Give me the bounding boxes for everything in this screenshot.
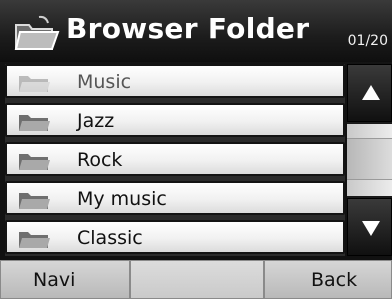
folder-item-label: Jazz [77,110,115,132]
scroll-track[interactable] [347,122,392,198]
folder-item-label: Rock [77,149,123,171]
open-folder-icon [14,15,60,50]
folder-icon [19,232,50,248]
folder-item-label: Music [77,71,132,93]
browser-folder-screen: Browser Folder 01/20 Music Jazz Rock My … [0,0,392,299]
folder-list: Music Jazz Rock My music Classic [5,64,345,256]
folder-icon [19,115,50,131]
folder-icon [19,76,50,92]
navi-button[interactable]: Navi [0,260,130,299]
empty-button[interactable] [130,260,264,299]
page-title: Browser Folder [66,12,310,45]
back-button-label: Back [311,269,358,291]
folder-item-rock[interactable]: Rock [5,142,345,176]
folder-item-my-music[interactable]: My music [5,181,345,215]
folder-item-music[interactable]: Music [5,64,345,98]
folder-item-jazz[interactable]: Jazz [5,103,345,137]
scroll-up-button[interactable] [347,64,392,122]
folder-icon [19,193,50,209]
header-bar: Browser Folder 01/20 [0,0,392,62]
arrow-down-icon [362,221,380,236]
navi-button-label: Navi [33,269,76,291]
back-button[interactable]: Back [264,260,392,299]
scroll-thumb[interactable] [347,138,392,180]
scrollbar[interactable] [347,64,392,256]
arrow-up-icon [362,85,380,100]
folder-item-classic[interactable]: Classic [5,220,345,254]
page-counter: 01/20 [347,33,388,49]
scroll-down-button[interactable] [347,198,392,256]
folder-icon [19,154,50,170]
folder-item-label: My music [77,188,167,210]
bottom-bar: Navi Back [0,260,392,299]
folder-item-label: Classic [77,227,143,249]
